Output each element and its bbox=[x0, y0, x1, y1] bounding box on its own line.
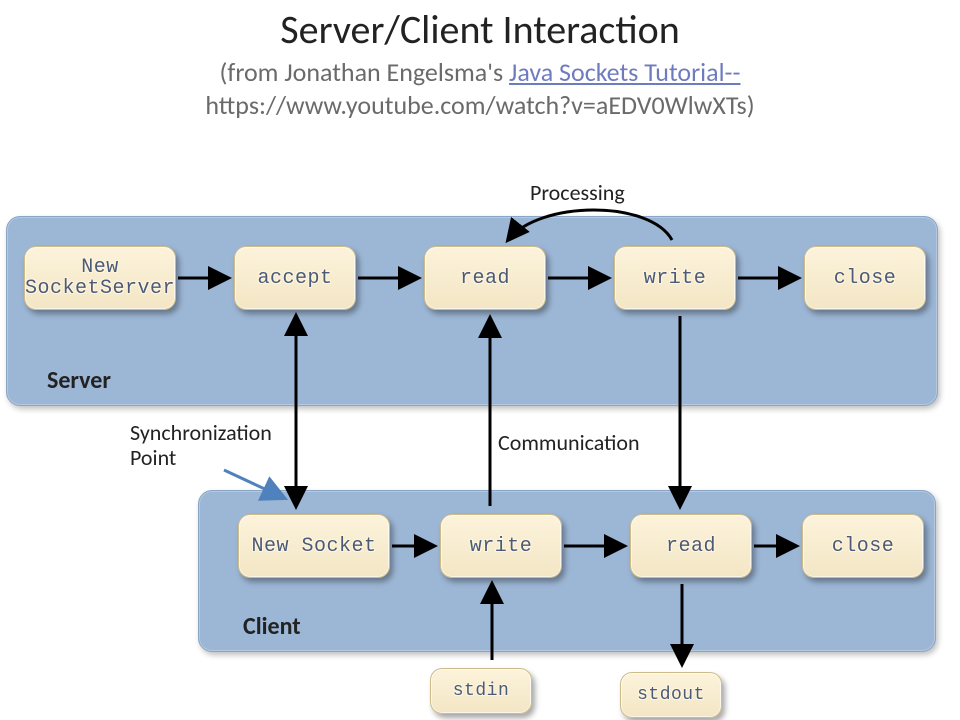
slide-title: Server/Client Interaction bbox=[0, 8, 960, 52]
client-panel-label: Client bbox=[243, 612, 301, 641]
server-node-close: close bbox=[804, 246, 926, 310]
annotation-communication: Communication bbox=[498, 430, 640, 455]
server-panel-label: Server bbox=[47, 366, 111, 395]
server-node-read: read bbox=[424, 246, 546, 310]
subtitle-link[interactable]: Java Sockets Tutorial-- bbox=[509, 56, 740, 88]
client-node-close: close bbox=[802, 514, 924, 578]
diagram-stage: Server/Client Interaction (from Jonathan… bbox=[0, 0, 960, 720]
server-node-accept: accept bbox=[234, 246, 356, 310]
server-node-write: write bbox=[614, 246, 736, 310]
subtitle-prefix: (from Jonathan Engelsma's bbox=[220, 56, 510, 88]
slide-subtitle: (from Jonathan Engelsma's Java Sockets T… bbox=[0, 56, 960, 121]
io-node-stdout: stdout bbox=[620, 672, 722, 718]
client-node-new-socket: New Socket bbox=[238, 514, 390, 578]
subtitle-url: https://www.youtube.com/watch?v=aEDV0Wlw… bbox=[205, 89, 754, 121]
title-block: Server/Client Interaction (from Jonathan… bbox=[0, 8, 960, 121]
annotation-processing: Processing bbox=[530, 180, 625, 205]
client-node-read: read bbox=[630, 514, 752, 578]
server-node-new-socketserver: New SocketServer bbox=[24, 246, 176, 310]
client-node-write: write bbox=[440, 514, 562, 578]
io-node-stdin: stdin bbox=[430, 668, 532, 714]
server-panel: Server bbox=[6, 216, 938, 406]
annotation-sync-point: Synchronization Point bbox=[130, 420, 272, 471]
